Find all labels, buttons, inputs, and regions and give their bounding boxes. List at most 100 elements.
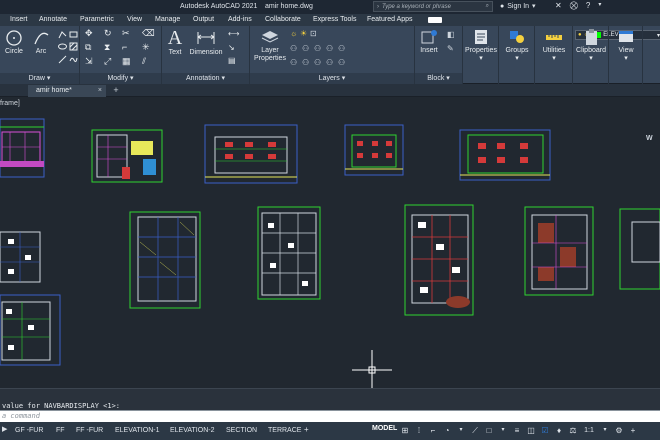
- model-space-toggle[interactable]: MODEL: [372, 425, 397, 432]
- trim-icon[interactable]: ✂: [122, 28, 130, 39]
- ortho-icon[interactable]: ⌐: [428, 425, 438, 436]
- clipboard-tool[interactable]: Clipboard ▾: [573, 28, 609, 62]
- linear-dim-icon[interactable]: ⟷: [228, 29, 239, 38]
- explode-icon[interactable]: ✳: [142, 42, 150, 53]
- new-tab-button[interactable]: +: [110, 85, 122, 96]
- copy-icon[interactable]: ⧉: [85, 42, 91, 53]
- search-input[interactable]: Type a keyword or phrase: [382, 4, 451, 10]
- stretch-icon[interactable]: ⇲: [85, 56, 93, 67]
- tab-featured-apps[interactable]: Featured Apps: [367, 16, 413, 23]
- utilities-tool[interactable]: Utilities ▾: [535, 28, 573, 62]
- polyline-icon[interactable]: [58, 30, 67, 39]
- search-box[interactable]: › Type a keyword or phrase ⌕: [373, 1, 493, 12]
- tab-view[interactable]: View: [127, 16, 142, 23]
- drawing-canvas[interactable]: frame] W: [0, 97, 660, 388]
- move-icon[interactable]: ✥: [85, 28, 93, 39]
- layout-tab[interactable]: SECTION: [223, 424, 260, 437]
- hatch-icon[interactable]: [69, 42, 78, 51]
- scale-icon[interactable]: ⤢: [104, 56, 111, 67]
- tab-options-toggle[interactable]: [428, 17, 442, 23]
- tab-insert[interactable]: Insert: [10, 16, 28, 23]
- search-icon[interactable]: ⌕: [486, 3, 489, 10]
- layers-panel-label[interactable]: Layers ▾: [250, 73, 414, 84]
- scale-readout[interactable]: 1:1: [582, 425, 596, 436]
- close-icon[interactable]: ×: [98, 85, 102, 97]
- table-icon[interactable]: ▤: [228, 56, 236, 65]
- layer-tool-icon[interactable]: ⚇: [326, 44, 333, 53]
- layer-tool-icon[interactable]: ⚇: [314, 58, 321, 67]
- layer-tool-icon[interactable]: ⚇: [290, 44, 297, 53]
- chevron-down-icon[interactable]: ▾: [598, 1, 601, 11]
- ellipse-icon[interactable]: [58, 42, 67, 51]
- layout-tab[interactable]: FF: [53, 424, 68, 437]
- autodesk-app-icon[interactable]: ✕: [555, 1, 562, 11]
- command-input[interactable]: a command: [0, 410, 660, 422]
- layer-tool-icon[interactable]: ⚇: [290, 58, 297, 67]
- workspace-gear-icon[interactable]: ⚙: [614, 425, 624, 436]
- tab-parametric[interactable]: Parametric: [80, 16, 114, 23]
- annotation-panel-label[interactable]: Annotation ▾: [162, 73, 249, 84]
- polar-icon[interactable]: ◔: [442, 425, 452, 436]
- layer-tool-icon[interactable]: ⚇: [302, 58, 309, 67]
- layout-tab[interactable]: FF -FUR: [73, 424, 106, 437]
- new-layout-button[interactable]: +: [304, 425, 309, 434]
- draw-panel-label[interactable]: Draw ▾: [0, 73, 79, 84]
- layout-tab[interactable]: GF -FUR: [12, 424, 46, 437]
- layout-scroll-left[interactable]: ▶: [2, 425, 7, 433]
- layer-tool-icon[interactable]: ⚇: [338, 58, 345, 67]
- layout-tab[interactable]: ELEVATION-2: [167, 424, 217, 437]
- osnap-icon[interactable]: □: [484, 425, 494, 436]
- chevron-down-icon[interactable]: ▾: [456, 425, 466, 436]
- block-panel-label[interactable]: Block ▾: [415, 73, 462, 84]
- offset-icon[interactable]: ⫽: [142, 56, 146, 67]
- layout-tab[interactable]: ELEVATION-1: [112, 424, 162, 437]
- help-icon[interactable]: ?: [586, 1, 590, 11]
- layer-state-icon[interactable]: ☼: [290, 29, 297, 38]
- tab-express-tools[interactable]: Express Tools: [313, 16, 356, 23]
- annotation-scale-icon[interactable]: ⚖: [568, 425, 578, 436]
- chevron-down-icon[interactable]: ▾: [498, 425, 508, 436]
- tab-manage[interactable]: Manage: [155, 16, 180, 23]
- clipboard-panel[interactable]: Clipboard ▾: [573, 26, 609, 84]
- annotation-visibility-icon[interactable]: ♦: [554, 425, 564, 436]
- utilities-panel[interactable]: Utilities ▾: [535, 26, 573, 84]
- layer-properties-tool[interactable]: Layer Properties: [252, 28, 288, 63]
- dimension-tool[interactable]: Dimension: [188, 28, 224, 56]
- groups-tool[interactable]: Groups ▾: [499, 28, 535, 62]
- create-block-icon[interactable]: ◧: [447, 30, 455, 39]
- mirror-icon[interactable]: ⧗: [104, 42, 110, 53]
- tab-output[interactable]: Output: [193, 16, 214, 23]
- cart-icon[interactable]: ⛒: [570, 1, 578, 11]
- layer-lock-icon[interactable]: ⊡: [310, 29, 317, 38]
- arc-tool[interactable]: Arc: [30, 29, 52, 55]
- transparency-icon[interactable]: ◫: [526, 425, 536, 436]
- navigation-cube[interactable]: W: [646, 135, 660, 159]
- properties-panel[interactable]: Properties ▾: [463, 26, 499, 84]
- view-panel[interactable]: View ▾: [609, 26, 643, 84]
- document-tab-active[interactable]: amir home* ×: [28, 85, 106, 97]
- layer-tool-icon[interactable]: ⚇: [302, 44, 309, 53]
- layer-tool-icon[interactable]: ⚇: [326, 58, 333, 67]
- modify-panel-label[interactable]: Modify ▾: [80, 73, 161, 84]
- edit-block-icon[interactable]: ✎: [447, 44, 454, 53]
- leader-icon[interactable]: ↘: [228, 43, 235, 52]
- erase-icon[interactable]: ⌫: [142, 28, 155, 39]
- tab-addins[interactable]: Add-ins: [228, 16, 252, 23]
- isodraft-icon[interactable]: ⟋: [470, 425, 480, 436]
- array-icon[interactable]: ▦: [122, 56, 131, 67]
- spline-icon[interactable]: [69, 55, 78, 64]
- insert-tool[interactable]: Insert: [417, 28, 441, 54]
- fillet-icon[interactable]: ⌐: [122, 42, 127, 52]
- rotate-icon[interactable]: ↻: [104, 28, 112, 39]
- line-icon[interactable]: [58, 55, 67, 64]
- plus-icon[interactable]: +: [628, 425, 638, 436]
- sign-in-button[interactable]: ● Sign In ▾: [500, 2, 536, 11]
- snap-icon[interactable]: ⁞: [414, 425, 424, 436]
- rectangle-icon[interactable]: [69, 30, 78, 39]
- layer-tool-icon[interactable]: ⚇: [314, 44, 321, 53]
- grid-icon[interactable]: ⊞: [400, 425, 410, 436]
- selection-cycling-icon[interactable]: ☑: [540, 425, 550, 436]
- circle-tool[interactable]: Circle: [2, 29, 26, 55]
- layer-tool-icon[interactable]: ⚇: [338, 44, 345, 53]
- properties-tool[interactable]: Properties ▾: [463, 28, 499, 62]
